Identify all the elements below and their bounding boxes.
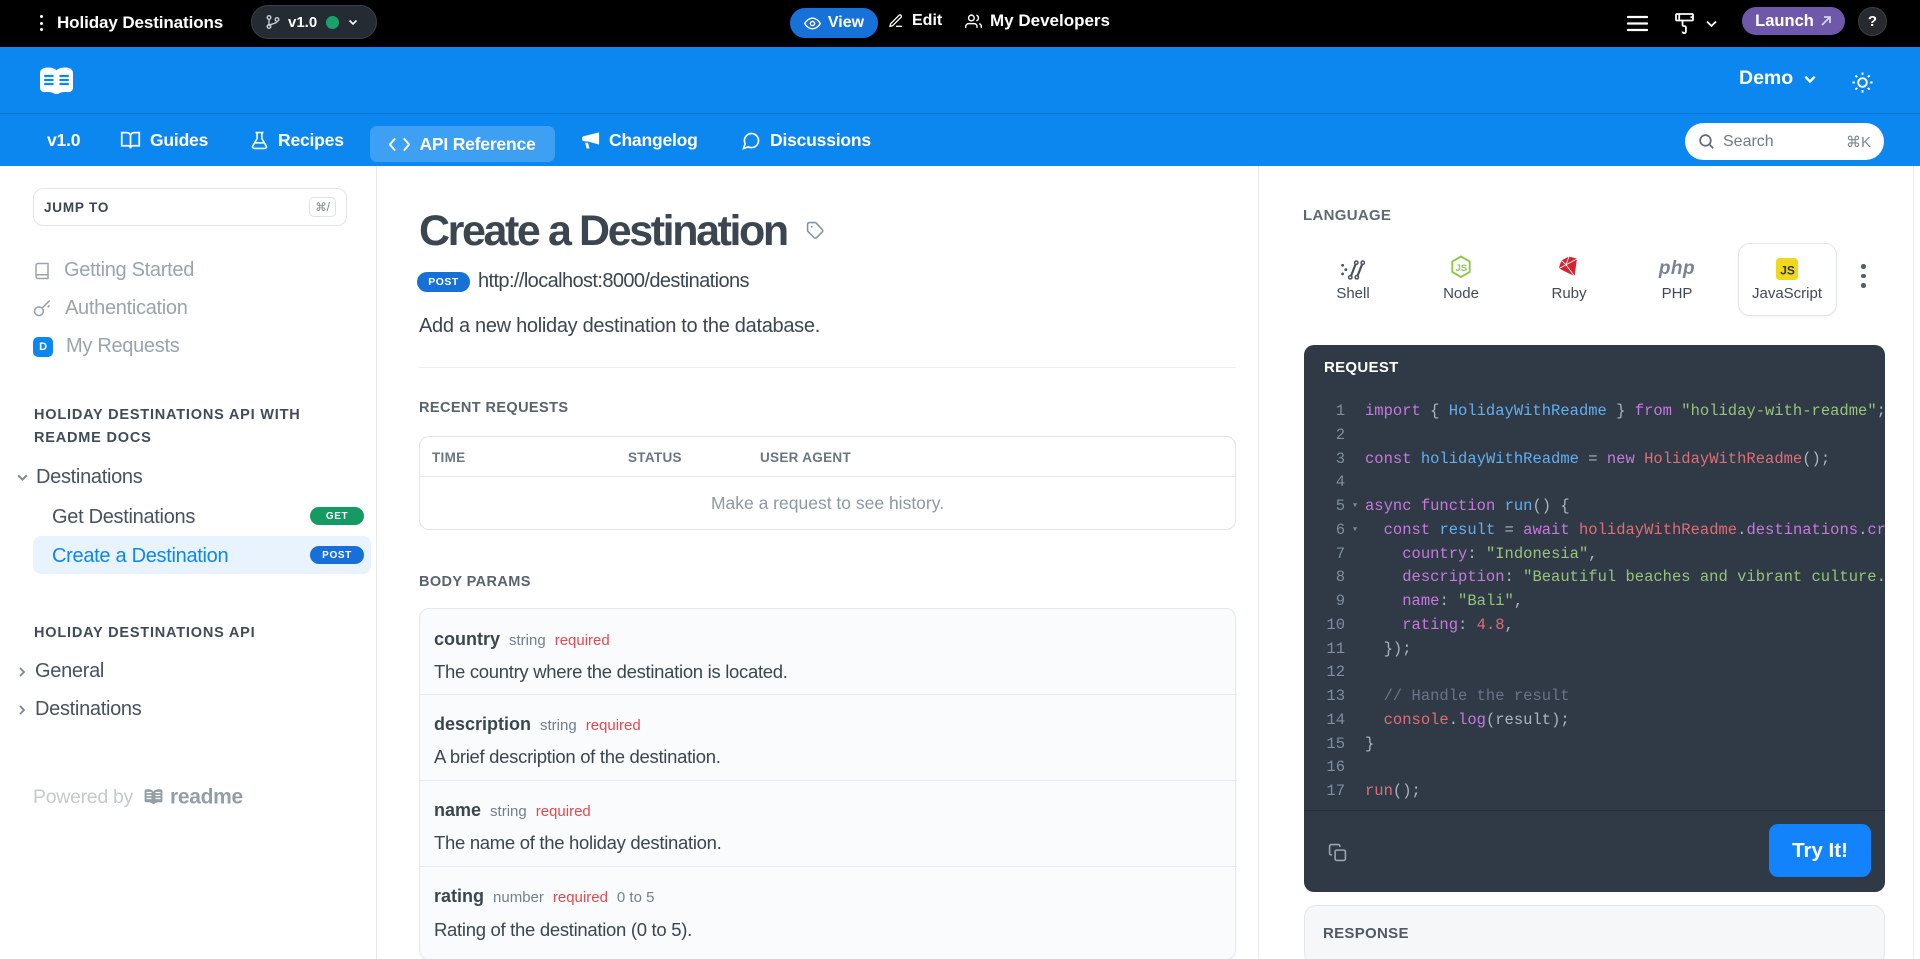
svg-text:JS: JS bbox=[1456, 263, 1468, 274]
svg-text:JS: JS bbox=[1780, 264, 1795, 278]
svg-text:readme: readme bbox=[170, 786, 243, 809]
